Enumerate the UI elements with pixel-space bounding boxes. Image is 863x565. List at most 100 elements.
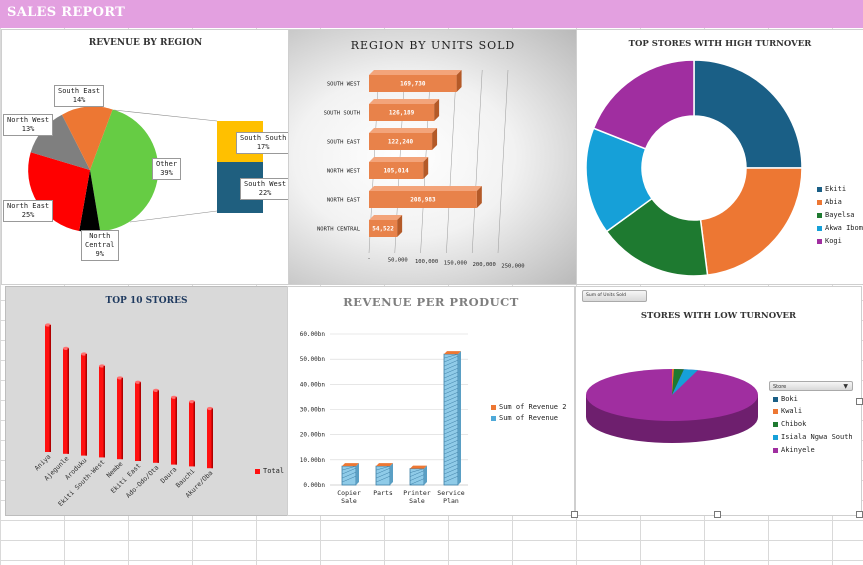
y-tick-label: 60.00bn [300, 331, 326, 338]
store-filter-button[interactable]: Store ▼ [769, 381, 853, 391]
x-tick-label: Printer [403, 489, 430, 497]
legend-ekiti: Ekiti [817, 185, 846, 193]
units-sold-chart[interactable]: REGION BY UNITS SOLD -50,000 100,000 150,0… [288, 29, 578, 285]
bar-side [390, 463, 393, 485]
product-bar-svg: 60.00bn 50.00bn 40.00bn 30.00bn 20.00bn 10.00… [300, 331, 468, 505]
y-tick-label: 0.00bn [303, 482, 325, 489]
bar-shade [49, 325, 51, 452]
legend-akwa-ibom: Akwa Ibom [817, 224, 863, 232]
label-south-west: South West 22% [240, 178, 289, 200]
resize-handle[interactable] [714, 511, 721, 518]
bar-side [458, 351, 461, 485]
bar-value-label: 169,730 [400, 81, 426, 88]
x-tick-label: 250,000 [501, 264, 524, 270]
y-tick-label: 20.00bn [300, 432, 326, 439]
legend-swatch [817, 225, 822, 231]
bar-top [369, 215, 403, 220]
legend-chibok: Chibok [773, 420, 806, 428]
bar-top [369, 157, 429, 162]
pie3d-svg [586, 369, 758, 443]
legend-swatch [773, 421, 778, 427]
revenue-by-region-chart[interactable]: REVENUE BY REGION South East 14% North We… [1, 29, 290, 285]
legend-boki: Boki [773, 395, 798, 403]
legend-swatch [773, 434, 778, 440]
low-turnover-chart[interactable]: Sum of Units Sold STORES WITH LOW TURNOV… [575, 286, 862, 516]
bar-value-label: 126,189 [389, 110, 415, 117]
resize-handle[interactable] [856, 398, 863, 405]
high-turnover-chart[interactable]: TOP STORES WITH HIGH TURNOVER Ekiti Abia… [576, 29, 863, 285]
bar-value-label: 105,014 [383, 168, 409, 175]
legend-swatch [491, 404, 496, 410]
x-tick-label: Sale [409, 497, 425, 505]
x-tick-label: Copier [337, 489, 361, 497]
bar-top [369, 128, 438, 133]
legend-swatch [491, 415, 496, 421]
pie-of-pie-svg [28, 106, 263, 232]
y-tick-label: SOUTH EAST [327, 140, 361, 146]
report-title: SALES REPORT [7, 5, 126, 20]
y-tick-label: NORTH CENTRAL [317, 227, 361, 233]
x-tick-label: Sale [341, 497, 357, 505]
report-banner: SALES REPORT [0, 0, 863, 28]
revenue-per-product-chart[interactable]: REVENUE PER PRODUCT 60.00bn 50.00bn 40.00b… [287, 286, 575, 516]
legend-kwali: Kwali [773, 407, 802, 415]
legend-swatch [255, 468, 260, 474]
label-south-east: South East 14% [54, 85, 105, 107]
resize-handle[interactable] [571, 511, 578, 518]
bar-shade [121, 377, 123, 460]
legend-isiala-ngwa-south: Isiala Ngwa South [773, 433, 853, 441]
top-10-stores-chart[interactable]: TOP 10 STORES Aniya Ajegunle Aroduku Ekiti … [5, 286, 288, 516]
bar-shade [211, 408, 213, 469]
legend-abia: Abia [817, 198, 842, 206]
legend-swatch [817, 212, 822, 218]
y-tick-label: SOUTH SOUTH [324, 111, 360, 117]
bar-top [369, 70, 462, 75]
x-tick-label: Parts [373, 489, 393, 497]
gridline [497, 69, 509, 254]
y-tick-label: 50.00bn [300, 356, 326, 363]
legend-swatch [817, 238, 822, 244]
bar-shade [85, 354, 87, 456]
bar-side [424, 465, 427, 485]
bar-shade [103, 365, 105, 458]
label-other: Other 39% [152, 158, 182, 180]
legend-kogi: Kogi [817, 237, 842, 245]
legend-swatch [773, 447, 778, 453]
x-tick-label: Plan [443, 497, 459, 505]
legend-revenue: Sum of Revenue [491, 414, 558, 422]
resize-handle[interactable] [856, 511, 863, 518]
x-tick-label: Service [437, 489, 464, 497]
x-tick-label: 200,000 [473, 262, 496, 268]
y-tick-label: NORTH WEST [327, 169, 361, 175]
gridline [446, 69, 457, 254]
bar-printer [409, 468, 425, 486]
label-north-east: North East 25% [3, 200, 54, 222]
label-north-central: North Central 9% [81, 230, 119, 261]
legend-akinyele: Akinyele [773, 446, 815, 454]
x-tick-label: 150,000 [444, 261, 467, 267]
donut-slice-abia [699, 167, 803, 276]
legend-revenue-2: Sum of Revenue 2 [491, 403, 566, 411]
y-tick-label: NORTH EAST [327, 198, 361, 204]
x-tick-label: 50,000 [388, 258, 408, 264]
x-tick-label: 100,000 [415, 259, 438, 265]
bar-shade [175, 397, 177, 465]
y-tick-label: 10.00bn [300, 457, 326, 464]
connector-line-bottom [129, 210, 218, 223]
bar-shade [67, 348, 69, 454]
bar-top [369, 99, 440, 104]
legend-swatch [817, 199, 822, 205]
bar-value-label: 122,240 [388, 139, 414, 146]
bar-side [356, 463, 359, 485]
donut-slice-ekiti [693, 59, 803, 169]
legend-swatch [773, 396, 778, 402]
y-tick-label: 30.00bn [300, 407, 326, 414]
legend-bayelsa: Bayelsa [817, 211, 855, 219]
units-bar-svg: - 50,000 100,000 150,000 200,000 250,000 169,7… [317, 69, 525, 270]
filter-icon: ▼ [843, 383, 848, 390]
x-tick-label: - [367, 256, 370, 262]
label-south-south: South South 17% [236, 132, 289, 154]
top10-bar-svg: AniyaAjegunleArodukuEkiti South-WestNemb… [33, 323, 214, 508]
y-tick-label: 40.00bn [300, 381, 326, 388]
bar-value-label: 54,522 [372, 226, 394, 233]
